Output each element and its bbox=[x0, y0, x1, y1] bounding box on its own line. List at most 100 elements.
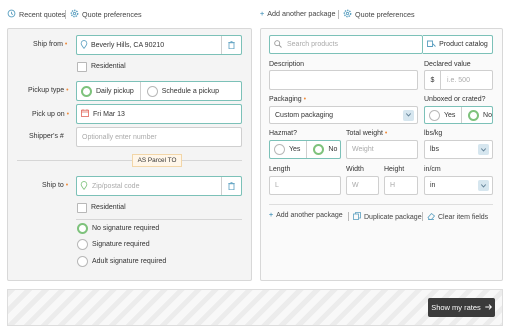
residential-checkbox[interactable] bbox=[77, 62, 87, 72]
pickup-type-label: Pickup type • bbox=[28, 87, 69, 94]
search-placeholder: Search products bbox=[287, 41, 338, 48]
hazmat-no-label: No bbox=[328, 146, 338, 153]
add-another-package-button[interactable]: + Add another package bbox=[269, 212, 343, 219]
adult-signature-radio[interactable] bbox=[77, 256, 88, 267]
pick-up-date-field[interactable]: Fri Mar 13 bbox=[76, 104, 242, 124]
gear-icon bbox=[70, 9, 79, 20]
in-cm-label: in/cm bbox=[424, 166, 441, 173]
no-signature-option[interactable]: No signature required bbox=[77, 223, 159, 234]
add-another-package-label: Add another package bbox=[276, 212, 343, 219]
shippers-number-placeholder: Optionally enter number bbox=[82, 133, 157, 141]
unboxed-label: Unboxed or crated? bbox=[424, 96, 486, 103]
weight-unit-value: lbs bbox=[430, 146, 439, 153]
ship-to-field[interactable]: Zip/postal code bbox=[76, 176, 242, 196]
plus-icon: + bbox=[269, 212, 274, 219]
weight-unit-select[interactable]: lbs bbox=[424, 140, 493, 159]
packaging-select[interactable]: Custom packaging bbox=[269, 106, 418, 124]
chevron-down-icon bbox=[478, 144, 489, 155]
width-placeholder: W bbox=[352, 182, 359, 189]
adult-signature-option[interactable]: Adult signature required bbox=[77, 256, 166, 267]
hazmat-yes-label: Yes bbox=[289, 146, 301, 153]
height-placeholder: H bbox=[390, 182, 396, 189]
history-icon bbox=[7, 9, 16, 20]
search-products-input[interactable]: Search products bbox=[269, 35, 423, 54]
divider bbox=[65, 10, 66, 19]
section-divider bbox=[17, 160, 242, 161]
quote-preferences-right-link[interactable]: Quote preferences bbox=[343, 9, 415, 20]
length-label: Length bbox=[269, 166, 291, 173]
description-label: Description bbox=[269, 61, 305, 68]
pick-up-on-label: Pick up on • bbox=[32, 111, 70, 118]
packaging-label: Packaging • bbox=[269, 96, 307, 103]
clear-item-fields-label: Clear item fields bbox=[438, 213, 489, 221]
search-icon bbox=[274, 39, 282, 50]
divider bbox=[348, 212, 349, 221]
quote-preferences-link[interactable]: Quote preferences bbox=[70, 9, 142, 20]
product-catalog-button[interactable]: Product catalog bbox=[423, 35, 493, 54]
unboxed-no-label: No bbox=[483, 111, 492, 119]
total-weight-label: Total weight • bbox=[346, 130, 388, 137]
currency-symbol: $ bbox=[425, 71, 441, 89]
section-divider bbox=[76, 219, 242, 220]
trash-icon[interactable] bbox=[221, 36, 241, 54]
width-input[interactable]: W bbox=[346, 176, 379, 195]
residential-label: Residential bbox=[91, 63, 126, 70]
declared-value-input[interactable]: $ i.e. 500 bbox=[424, 70, 493, 90]
ship-to-placeholder: Zip/postal code bbox=[92, 182, 140, 190]
daily-pickup-radio[interactable] bbox=[81, 85, 92, 97]
declared-value-label: Declared value bbox=[424, 61, 471, 68]
arrow-right-icon bbox=[485, 303, 492, 312]
add-another-package-top-link[interactable]: + Add another package bbox=[260, 9, 336, 18]
chevron-down-icon bbox=[478, 180, 489, 191]
adult-signature-label: Adult signature required bbox=[92, 258, 167, 265]
hazmat-label: Hazmat? bbox=[269, 130, 298, 137]
parcel-type-badge: AS Parcel TO bbox=[132, 154, 182, 167]
unboxed-yes-label: Yes bbox=[444, 111, 456, 119]
signature-required-radio[interactable] bbox=[77, 239, 88, 250]
weight-input[interactable]: Weight bbox=[346, 140, 418, 159]
no-signature-label: No signature required bbox=[92, 225, 160, 232]
pickup-type-selector: Daily pickup Schedule a pickup bbox=[76, 81, 242, 101]
quote-preferences-label: Quote preferences bbox=[355, 10, 415, 19]
ship-from-field[interactable]: Beverly Hills, CA 90210 bbox=[76, 35, 242, 55]
schedule-pickup-radio[interactable] bbox=[146, 85, 158, 97]
duplicate-package-button[interactable]: Duplicate package bbox=[353, 212, 422, 222]
hazmat-no-radio[interactable] bbox=[313, 144, 325, 155]
duplicate-icon bbox=[353, 212, 361, 222]
signature-required-option[interactable]: Signature required bbox=[77, 239, 150, 250]
plus-icon: + bbox=[260, 9, 265, 18]
eraser-icon bbox=[427, 212, 436, 222]
ship-from-value: Beverly Hills, CA 90210 bbox=[91, 41, 165, 49]
gear-icon bbox=[343, 9, 352, 20]
recent-quotes-label: Recent quotes bbox=[19, 10, 66, 19]
unboxed-no-radio[interactable] bbox=[468, 109, 480, 121]
shippers-number-input[interactable]: Optionally enter number bbox=[76, 127, 242, 147]
clear-item-fields-button[interactable]: Clear item fields bbox=[427, 212, 488, 222]
dimension-unit-select[interactable]: in bbox=[424, 176, 493, 195]
ship-from-label: Ship from • bbox=[33, 41, 68, 48]
no-signature-radio[interactable] bbox=[77, 223, 88, 234]
show-my-rates-button[interactable]: Show my rates bbox=[428, 298, 495, 317]
height-input[interactable]: H bbox=[384, 176, 418, 195]
duplicate-package-label: Duplicate package bbox=[364, 213, 422, 221]
hazmat-yes-radio[interactable] bbox=[274, 144, 285, 155]
divider bbox=[422, 212, 423, 221]
length-placeholder: L bbox=[275, 182, 279, 189]
description-input[interactable] bbox=[269, 70, 418, 90]
schedule-pickup-label: Schedule a pickup bbox=[161, 87, 219, 95]
shippers-number-label: Shipper's # bbox=[29, 133, 64, 140]
show-my-rates-label: Show my rates bbox=[431, 303, 481, 312]
declared-value-placeholder: i.e. 500 bbox=[447, 76, 470, 84]
residential-checkbox[interactable] bbox=[77, 203, 87, 213]
pick-up-date-value: Fri Mar 13 bbox=[93, 110, 125, 118]
unboxed-yes-radio[interactable] bbox=[429, 109, 440, 121]
hazmat-selector: Yes No bbox=[269, 140, 341, 159]
trash-icon[interactable] bbox=[221, 177, 241, 195]
weight-placeholder: Weight bbox=[352, 146, 374, 153]
section-divider bbox=[269, 204, 493, 205]
quote-preferences-label: Quote preferences bbox=[82, 10, 142, 19]
packaging-value: Custom packaging bbox=[275, 111, 333, 119]
length-input[interactable]: L bbox=[269, 176, 341, 195]
recent-quotes-link[interactable]: Recent quotes bbox=[7, 9, 65, 20]
unboxed-selector: Yes No bbox=[424, 106, 493, 124]
